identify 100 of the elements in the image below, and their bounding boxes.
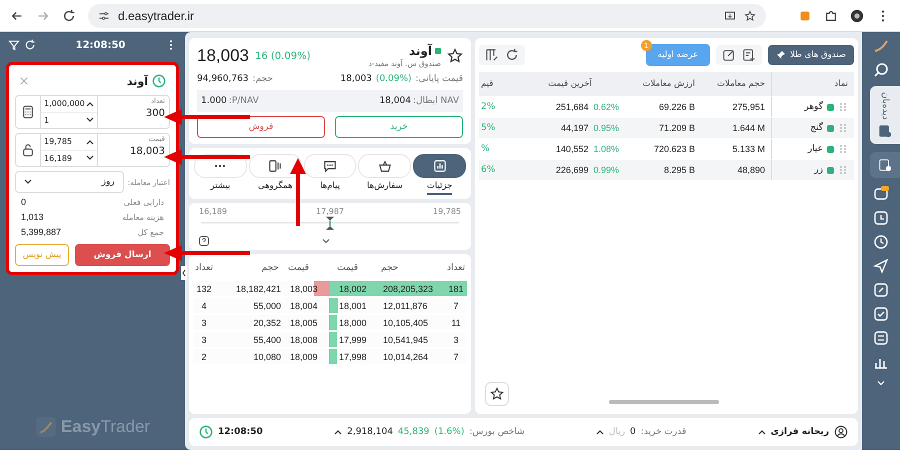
nav-value: 1.000	[201, 96, 227, 106]
increase-icon[interactable]	[86, 138, 94, 146]
drag-handle-icon[interactable]	[838, 102, 848, 112]
stat-label: قیمت پایانی:	[416, 74, 463, 84]
chevron-up-icon[interactable]	[596, 428, 604, 436]
alarm-icon[interactable]	[873, 210, 889, 226]
order-title: آوند	[126, 74, 148, 88]
star-icon[interactable]	[447, 48, 463, 64]
search-icon[interactable]	[873, 62, 889, 78]
drag-handle-icon[interactable]	[838, 144, 848, 154]
table-cell-text: 208,205,323	[382, 284, 434, 294]
list-icon[interactable]	[873, 330, 889, 346]
table-cell-text: 18,000	[338, 318, 368, 328]
bar-chart-icon	[432, 159, 447, 173]
min-value: 16,189	[44, 154, 72, 163]
table-cell-text: 18,005	[289, 318, 319, 328]
puzzle-icon[interactable]	[824, 8, 838, 22]
table-cell: 140,552	[556, 144, 588, 154]
chevron-up-icon[interactable]	[334, 428, 342, 436]
column-header: قیمت	[287, 262, 310, 272]
clock-time: 12:08:50	[218, 427, 263, 437]
add-favorite-button[interactable]	[485, 382, 509, 406]
table-cell: 0.99%	[593, 165, 619, 175]
send-icon[interactable]	[873, 258, 889, 274]
increase-icon[interactable]	[86, 100, 94, 108]
star-icon	[490, 387, 504, 401]
validity-dropdown[interactable]: روز	[15, 171, 124, 193]
columns-edit-icon[interactable]	[485, 48, 499, 62]
portfolio-icon	[878, 158, 892, 172]
add-list-icon[interactable]	[742, 48, 756, 62]
range-low: 16,189	[199, 207, 227, 216]
user-name: ریحانه فرازی	[770, 427, 829, 437]
table-cell-text: 17,999	[338, 334, 368, 344]
symbol-link[interactable]: گوهر	[804, 102, 823, 112]
table-cell-text: 71.209 B	[658, 123, 696, 133]
symbol-link[interactable]: زر	[814, 165, 823, 175]
table-cell-text: 55,000	[252, 300, 282, 310]
refresh-icon[interactable]	[24, 39, 36, 51]
install-icon[interactable]	[724, 10, 736, 22]
chevron-down-icon[interactable]	[321, 236, 331, 246]
symbol-link[interactable]: گنج	[810, 123, 823, 133]
table-cell-text: 18,009	[289, 352, 319, 362]
table-cell-text: 8.295 B	[662, 165, 696, 175]
site-settings-icon[interactable]	[98, 10, 110, 22]
history-icon[interactable]	[873, 234, 889, 250]
table-cell-text: %	[480, 144, 491, 154]
brand-name: EasyTrader	[60, 417, 150, 437]
summary-label: هزینه معامله	[122, 212, 164, 223]
refresh-icon[interactable]	[505, 48, 519, 62]
stat-value: 18,003	[340, 74, 372, 84]
filter-icon[interactable]	[8, 39, 20, 51]
profile-icon[interactable]	[850, 8, 864, 22]
calculator-icon[interactable]	[21, 105, 35, 119]
table-cell-text: 7	[452, 352, 460, 362]
summary-value: 1,013	[21, 212, 44, 223]
group-button[interactable]: صندوق های طلا	[768, 45, 854, 65]
summary-value: 5,399,887	[21, 227, 62, 238]
table-cell-text: 10,080	[252, 352, 282, 362]
edit-icon[interactable]	[722, 48, 736, 62]
user-icon	[834, 425, 848, 439]
table-cell-text: 12,011,876	[382, 300, 428, 310]
pin-icon	[776, 50, 786, 60]
send-sell-button[interactable]: ارسال فروش	[75, 244, 170, 266]
sidebar-tab[interactable]	[870, 152, 900, 178]
chevron-up-icon[interactable]	[758, 428, 766, 436]
scrollbar[interactable]	[609, 400, 719, 404]
buying-power-value: 0	[630, 427, 636, 437]
table-cell-text: 18,182,421	[234, 284, 282, 294]
symbol-name: آوند	[408, 44, 432, 58]
table-cell-text: 275,951	[731, 102, 766, 112]
chat-icon	[323, 159, 338, 173]
edit-icon[interactable]	[873, 282, 889, 298]
index-delta: 45,839	[398, 427, 430, 437]
sell-button[interactable]: فروش	[197, 116, 325, 138]
stat-label: حجم:	[252, 74, 273, 84]
logo-icon	[873, 38, 889, 54]
table-cell-text: 11	[450, 318, 462, 328]
table-cell-text: 10,014,264	[382, 352, 430, 362]
collapse-icon[interactable]	[181, 266, 187, 280]
unlock-icon[interactable]	[21, 143, 35, 157]
column-header: حجم	[260, 262, 280, 272]
table-cell-text: 69.226 B	[658, 102, 696, 112]
symbol-link[interactable]: عیار	[808, 144, 823, 154]
star-icon[interactable]	[744, 10, 756, 22]
drag-handle-icon[interactable]	[838, 123, 848, 133]
logo-icon	[34, 416, 57, 438]
sidebar-tab[interactable]: دیده‌بان	[870, 86, 900, 144]
drag-handle-icon[interactable]	[838, 165, 848, 175]
help-icon[interactable]	[199, 236, 209, 246]
decrease-icon[interactable]	[86, 154, 94, 162]
max-value: 1,000,000	[44, 99, 85, 108]
table-cell-text: 18,004	[289, 300, 319, 310]
chat-bot-icon[interactable]	[873, 186, 889, 202]
address-bar[interactable]: d.easytrader.ir	[88, 4, 766, 28]
reload-icon[interactable]	[62, 8, 76, 22]
chevron-down-icon	[24, 178, 32, 186]
summary-value: 0	[21, 197, 26, 208]
decrease-icon[interactable]	[86, 116, 94, 124]
index-value: 2,918,104	[347, 427, 393, 437]
checklist-icon[interactable]	[873, 306, 889, 322]
